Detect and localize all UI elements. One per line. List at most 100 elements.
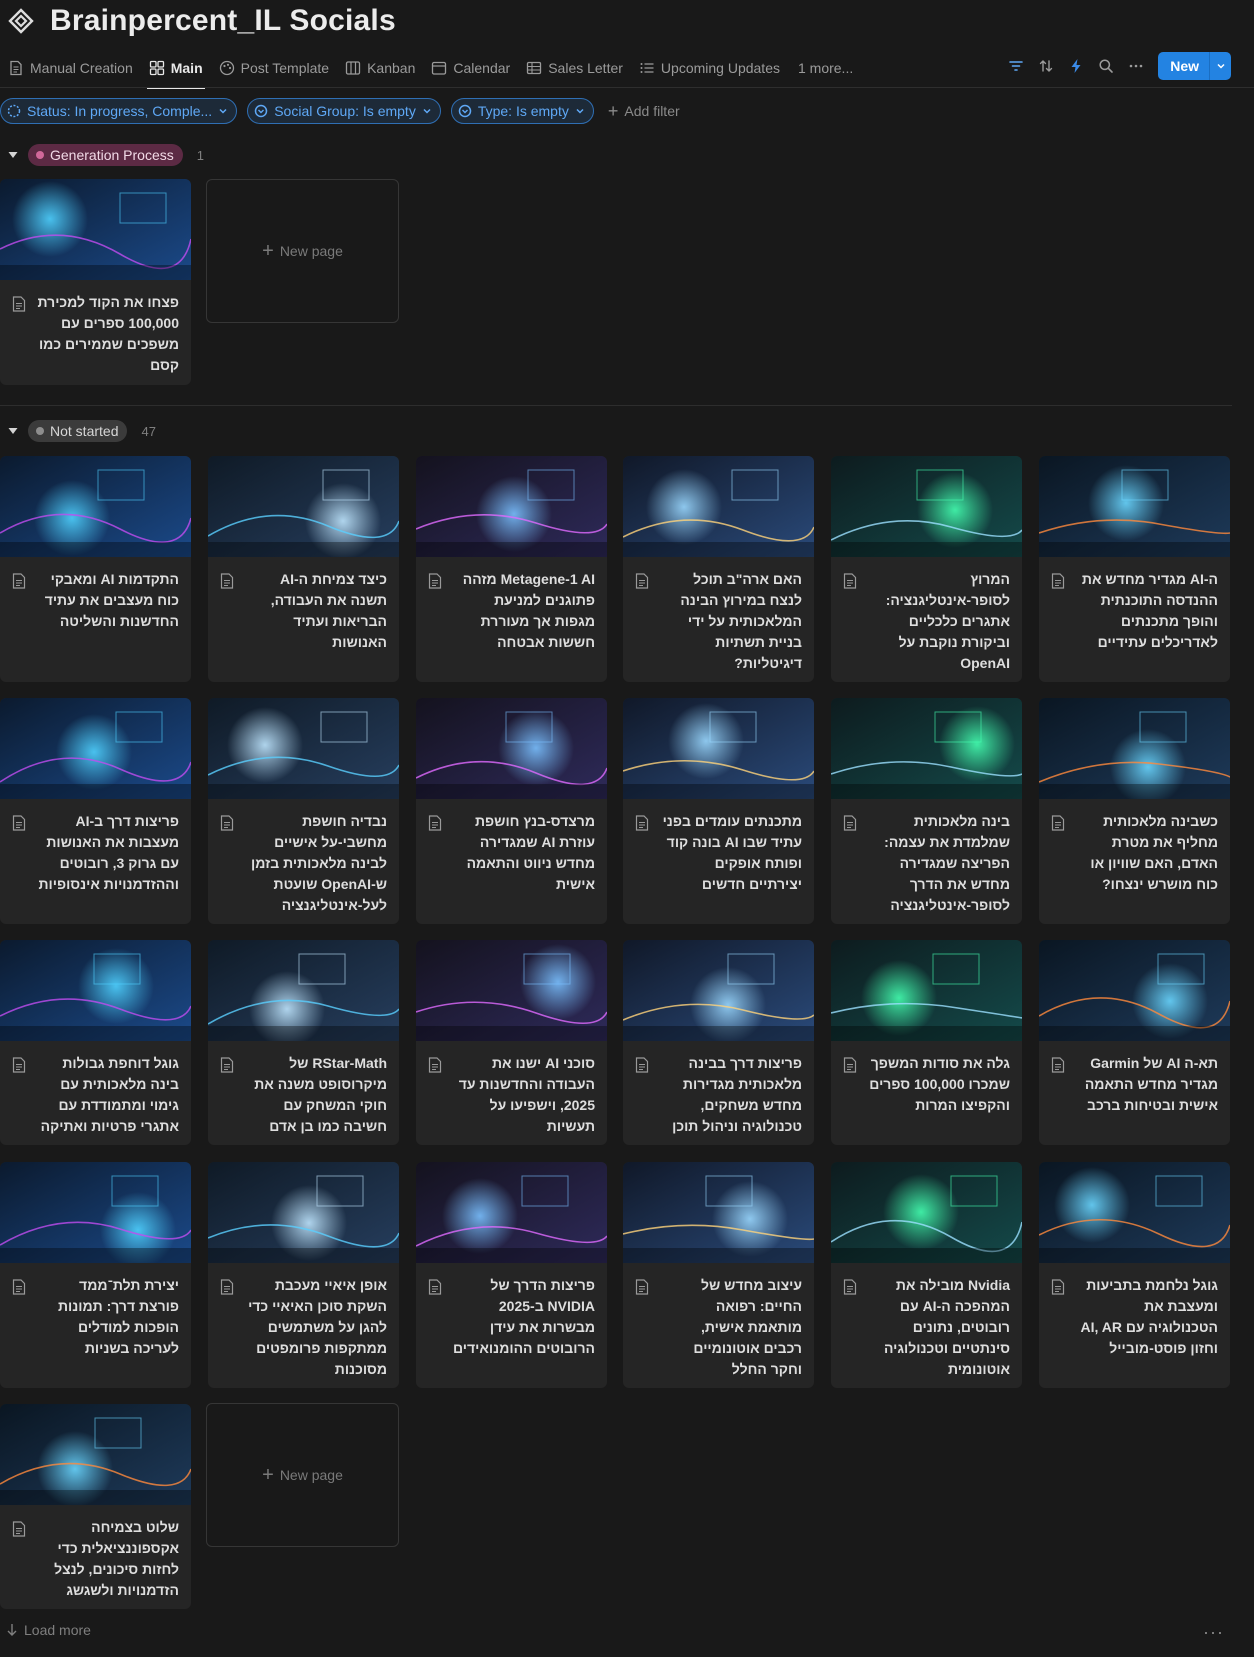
gallery-card[interactable]: גוגל דוחפת גבולות בינה מלאכותית עם גימוי…: [0, 940, 191, 1145]
group-header-not-started[interactable]: Not started 47: [0, 419, 156, 443]
card-title: המרוץ לסופר-אינטליגנציה: אתגרים כלכליים …: [831, 557, 1022, 674]
card-title-text: גוגל נלחמת בתביעות ומעצבת את הטכנולוגיה …: [1080, 1277, 1218, 1356]
group-header-generation-process[interactable]: Generation Process 1: [0, 143, 204, 167]
filter-chip-status[interactable]: Status: In progress, Comple...: [0, 98, 238, 124]
tab-label: Main: [170, 60, 203, 76]
add-filter-button[interactable]: + Add filter: [608, 102, 680, 120]
load-more-button[interactable]: Load more: [6, 1622, 91, 1638]
page-icon: [1051, 1057, 1065, 1073]
page-icon: [220, 1279, 234, 1295]
card-title-text: פריצות דרך בבינה מלאכותית מגדירות מחדש מ…: [672, 1055, 802, 1134]
page-icon: [843, 1279, 857, 1295]
gallery-card[interactable]: התקדמות AI ומאבקי כוח מעצבים את עתיד החד…: [0, 456, 191, 682]
gallery-card[interactable]: Nvidia מובילה את המהפכה ה-AI עם רובוטים,…: [831, 1162, 1022, 1388]
card-title: פריצות דרך בבינה מלאכותית מגדירות מחדש מ…: [623, 1041, 814, 1137]
new-page-button[interactable]: + New page: [206, 1403, 399, 1547]
tab-manual-creation[interactable]: Manual Creation: [6, 54, 141, 82]
card-cover-image: [831, 1162, 1022, 1263]
card-title: התקדמות AI ומאבקי כוח מעצבים את עתיד החד…: [0, 557, 191, 632]
tab-main[interactable]: Main: [146, 54, 211, 89]
card-cover-image: [623, 456, 814, 557]
gallery-card[interactable]: פריצות הדרך של NVIDIA ב-2025 מבשרות את ע…: [416, 1162, 607, 1388]
gallery-card[interactable]: תא-ה AI של Garmin מגדיר מחדש התאמה אישית…: [1039, 940, 1230, 1145]
new-button[interactable]: New: [1158, 52, 1209, 80]
tab-label: Manual Creation: [30, 60, 133, 76]
gallery-card[interactable]: פצחו את הקוד למכירת 100,000 ספרים עם משפ…: [0, 179, 191, 385]
gallery-card[interactable]: שלוט בצמיחה אקספוננציאלית כדי לחזות סיכו…: [0, 1404, 191, 1609]
tab-label: Sales Letter: [548, 60, 623, 76]
page-icon: [220, 1057, 234, 1073]
caret-down-icon: [8, 428, 18, 434]
gallery-card[interactable]: אופן איאיי מעכבת השקת סוכן האיאיי כדי לה…: [208, 1162, 399, 1388]
card-title-text: שלוט בצמיחה אקספוננציאלית כדי לחזות סיכו…: [54, 1519, 179, 1598]
group-divider: [0, 405, 1232, 406]
page-icon: [220, 573, 234, 589]
automation-button[interactable]: [1062, 52, 1090, 80]
page-icon: [12, 1057, 26, 1073]
card-cover-image: [831, 940, 1022, 1041]
card-title-text: Metagene-1 AI מזהה פתוגנים למניעת מגפות …: [462, 571, 595, 650]
gallery-card[interactable]: עיצוב מחדש של החיים: רפואה מותאמת אישית,…: [623, 1162, 814, 1388]
gallery-card[interactable]: מתכנתים עומדים בפני עתיד שבו AI בונה קוד…: [623, 698, 814, 924]
page-icon: [843, 815, 857, 831]
tab-post-template[interactable]: Post Template: [217, 54, 337, 82]
page-icon: [428, 1057, 442, 1073]
tab-calendar[interactable]: Calendar: [429, 54, 518, 82]
gallery-card[interactable]: ה-AI מגדיר מחדש את ההנדסה התוכנתית והופך…: [1039, 456, 1230, 682]
card-title: יצירת תלת־ממד פורצת דרך: תמונות הופכות ל…: [0, 1263, 191, 1359]
gallery-card[interactable]: המרוץ לסופר-אינטליגנציה: אתגרים כלכליים …: [831, 456, 1022, 682]
gallery-card[interactable]: מרצדס-בנץ חושפת עוזרת AI שמגדירה מחדש ני…: [416, 698, 607, 924]
load-more-label: Load more: [24, 1622, 91, 1638]
filter-chip-type[interactable]: Type: Is empty: [450, 98, 594, 124]
gallery-card[interactable]: כיצד צמיחת ה-AI תשנה את העבודה, הבריאות …: [208, 456, 399, 682]
more-views-button[interactable]: 1 more...: [798, 60, 853, 76]
card-title-text: כשבינה מלאכותית מחליף את מטרת האדם, האם …: [1090, 813, 1218, 892]
page-icon: [12, 1521, 26, 1537]
gallery-card[interactable]: סוכני AI ישנו את העבודה והחדשנות עד 2025…: [416, 940, 607, 1145]
gallery-card[interactable]: פריצות דרך ב-AI מעצבות את האנושות עם גרו…: [0, 698, 191, 924]
card-cover-image: [0, 940, 191, 1041]
card-cover-image: [623, 1162, 814, 1263]
tab-kanban[interactable]: Kanban: [343, 54, 423, 82]
card-title-text: פריצות דרך ב-AI מעצבות את האנושות עם גרו…: [38, 813, 179, 892]
card-title: Nvidia מובילה את המהפכה ה-AI עם רובוטים,…: [831, 1263, 1022, 1380]
gallery-card[interactable]: כשבינה מלאכותית מחליף את מטרת האדם, האם …: [1039, 698, 1230, 924]
database-icon: [8, 8, 34, 34]
page-icon: [12, 573, 26, 589]
more-horizontal-icon[interactable]: ···: [1203, 1622, 1224, 1643]
card-title-text: מרצדס-בנץ חושפת עוזרת AI שמגדירה מחדש ני…: [466, 813, 595, 892]
new-page-label: New page: [279, 1467, 343, 1483]
filter-button[interactable]: [1002, 52, 1030, 80]
page-icon: [428, 1279, 442, 1295]
card-cover-image: [1039, 698, 1230, 799]
card-title-text: גוגל דוחפת גבולות בינה מלאכותית עם גימוי…: [40, 1055, 179, 1134]
gallery-card[interactable]: גוגל נלחמת בתביעות ומעצבת את הטכנולוגיה …: [1039, 1162, 1230, 1388]
page-icon: [12, 1279, 26, 1295]
document-icon: [10, 60, 22, 76]
new-page-button[interactable]: + New page: [206, 179, 399, 323]
gallery-card[interactable]: יצירת תלת־ממד פורצת דרך: תמונות הופכות ל…: [0, 1162, 191, 1388]
search-button[interactable]: [1092, 52, 1120, 80]
page-icon: [1051, 1279, 1065, 1295]
card-title: אופן איאיי מעכבת השקת סוכן האיאיי כדי לה…: [208, 1263, 399, 1380]
header-divider: [0, 87, 1254, 88]
gallery-card[interactable]: נבדיה חושפת מחשבי-על אישיים לבינה מלאכות…: [208, 698, 399, 924]
sort-button[interactable]: [1032, 52, 1060, 80]
filter-chip-social-group[interactable]: Social Group: Is empty: [247, 98, 441, 124]
new-button-group: New: [1158, 52, 1231, 80]
tab-upcoming-updates[interactable]: Upcoming Updates: [637, 54, 788, 82]
tab-sales-letter[interactable]: Sales Letter: [524, 54, 631, 82]
new-dropdown-button[interactable]: [1209, 52, 1231, 80]
group-count: 1: [196, 147, 204, 163]
gallery-card[interactable]: בינה מלאכותית שמלמדת את עצמה: הפריצה שמג…: [831, 698, 1022, 924]
gallery-card[interactable]: RStar-Math של מיקרוסופט משנה את חוקי המש…: [208, 940, 399, 1145]
page-icon: [843, 573, 857, 589]
page-icon: [12, 815, 26, 831]
card-cover-image: [0, 1404, 191, 1505]
gallery-card[interactable]: גלה את סודות המשפך שמכרו 100,000 ספרים ו…: [831, 940, 1022, 1145]
gallery-card[interactable]: האם ארה"ב תוכל לנצח במירוץ הבינה המלאכות…: [623, 456, 814, 682]
gallery-card[interactable]: פריצות דרך בבינה מלאכותית מגדירות מחדש מ…: [623, 940, 814, 1145]
page-icon: [1051, 573, 1065, 589]
gallery-card[interactable]: Metagene-1 AI מזהה פתוגנים למניעת מגפות …: [416, 456, 607, 682]
more-options-button[interactable]: [1122, 52, 1150, 80]
